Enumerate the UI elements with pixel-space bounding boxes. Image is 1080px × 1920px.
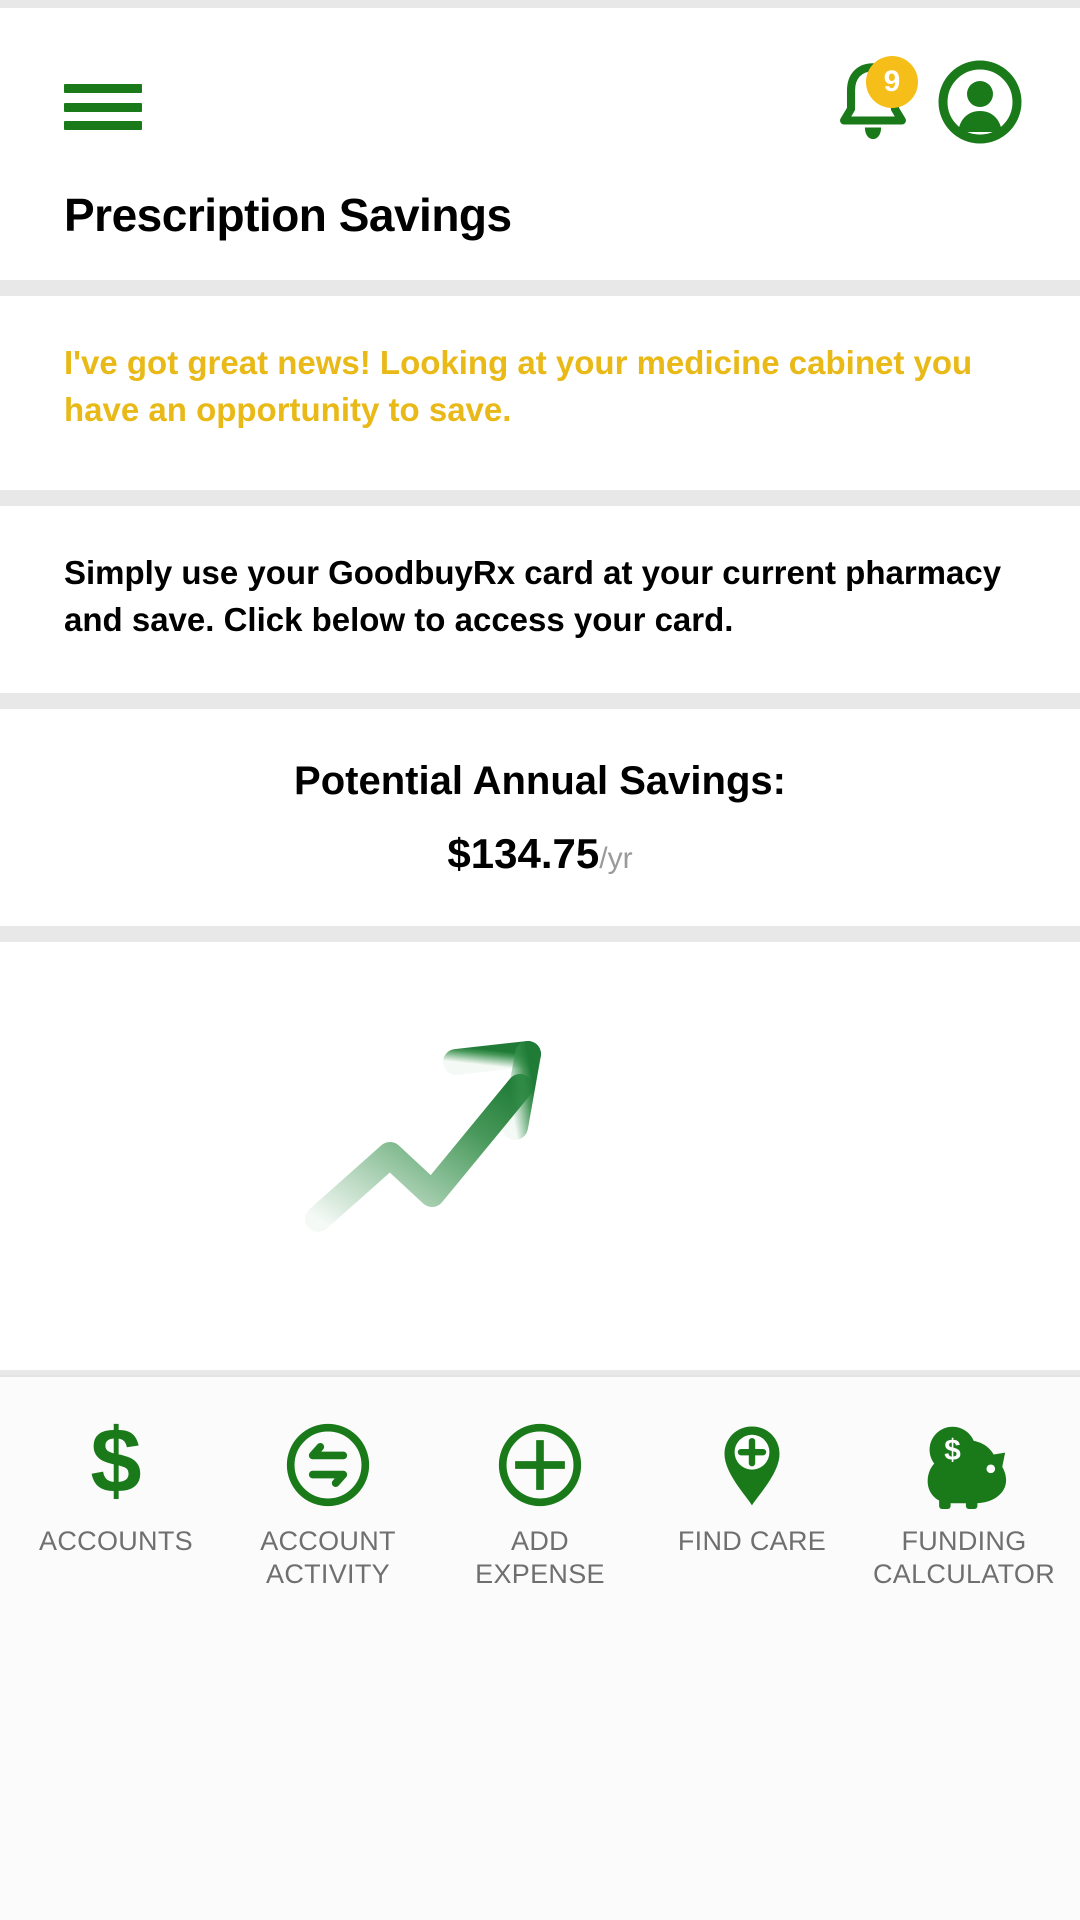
card-instructions-text: Simply use your GoodbuyRx card at your c… xyxy=(64,553,1002,638)
potential-savings-amount: $134.75 xyxy=(447,830,600,878)
nav-label-line1: ACCOUNT xyxy=(260,1526,396,1556)
notification-button[interactable]: 9 xyxy=(836,56,918,144)
nav-item-account-activity[interactable]: ACCOUNT ACTIVITY xyxy=(233,1419,423,1592)
nav-label-account-activity: ACCOUNT ACTIVITY xyxy=(260,1525,396,1592)
savings-alert-text: I've got great news! Looking at your med… xyxy=(64,344,973,428)
potential-savings-heading: Potential Annual Savings: xyxy=(294,759,786,804)
section-divider xyxy=(0,280,1080,296)
account-circle-icon xyxy=(938,60,1022,144)
hamburger-bar-3 xyxy=(64,121,142,130)
growth-line xyxy=(305,1074,533,1233)
notification-badge: 9 xyxy=(866,56,918,108)
svg-text:$: $ xyxy=(944,1434,961,1467)
savings-alert-card: I've got great news! Looking at your med… xyxy=(0,296,1080,490)
arrow-head-lower xyxy=(502,1041,541,1141)
profile-button[interactable] xyxy=(938,60,1022,144)
transfer-arrows-circle-icon xyxy=(284,1419,372,1511)
potential-savings-unit: /yr xyxy=(599,842,633,876)
nav-item-find-care[interactable]: FIND CARE xyxy=(657,1419,847,1558)
plus-circle-icon xyxy=(496,1419,584,1511)
nav-item-accounts[interactable]: $ ACCOUNTS xyxy=(21,1419,211,1558)
hamburger-bar-1 xyxy=(64,84,142,93)
app-header: 9 Prescription Savings xyxy=(0,8,1080,280)
card-instructions-card: Simply use your GoodbuyRx card at your c… xyxy=(0,505,1080,694)
dollar-sign-icon: $ xyxy=(84,1419,148,1511)
growth-arrow-chart xyxy=(305,1041,541,1233)
hamburger-bar-2 xyxy=(64,102,142,112)
section-divider xyxy=(0,926,1080,943)
section-divider xyxy=(0,693,1080,710)
nav-label-line1: FUNDING xyxy=(901,1526,1027,1556)
nav-label-line1: ADD xyxy=(511,1526,569,1556)
nav-label-funding-calculator: FUNDING CALCULATOR xyxy=(873,1525,1055,1592)
piggy-bank-icon: $ xyxy=(916,1419,1012,1511)
nav-label-add-expense: ADD EXPENSE xyxy=(475,1525,605,1592)
nav-label-find-care: FIND CARE xyxy=(677,1526,827,1556)
app-screen: 9 Prescription Savings I've got great ne… xyxy=(0,0,1080,1920)
nav-item-funding-calculator[interactable]: $ FUNDING CALCULATOR xyxy=(869,1419,1059,1592)
svg-text:$: $ xyxy=(90,1419,141,1511)
potential-savings-card: Potential Annual Savings: $134.75/yr xyxy=(0,709,1080,927)
bottom-navigation-bar: $ ACCOUNTS ACCOUNT ACTIVITY ADD EXPENSE … xyxy=(0,1375,1080,1920)
status-strip xyxy=(0,0,1080,8)
nav-label-line2: CALCULATOR xyxy=(872,1559,1056,1590)
potential-savings-amount-row: $134.75/yr xyxy=(64,830,1016,878)
growth-projection-card: $134.75 this year $5,523.97 in 20 years … xyxy=(0,942,1080,1857)
nav-label-accounts: ACCOUNTS xyxy=(39,1526,193,1556)
hamburger-menu-icon[interactable] xyxy=(64,84,142,130)
section-divider xyxy=(0,489,1080,506)
page-title: Prescription Savings xyxy=(64,189,512,241)
map-pin-plus-icon xyxy=(719,1419,785,1511)
header-actions: 9 xyxy=(836,56,1022,144)
nav-label-line2: EXPENSE xyxy=(475,1559,605,1590)
nav-item-add-expense[interactable]: ADD EXPENSE xyxy=(445,1419,635,1592)
nav-label-line2: ACTIVITY xyxy=(266,1559,390,1590)
